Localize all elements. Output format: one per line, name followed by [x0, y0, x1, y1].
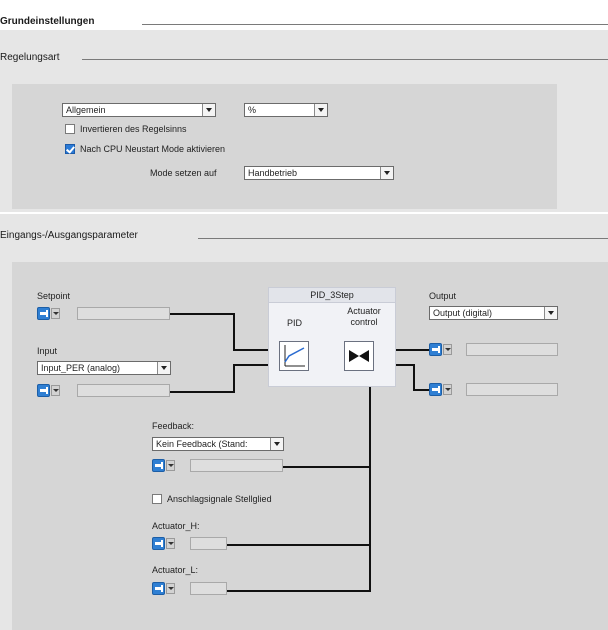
connector-plug-icon [429, 343, 442, 356]
pid-3step-block: PID_3Step [268, 287, 396, 387]
mode-value: Handbetrieb [248, 168, 298, 178]
feedback-select[interactable]: Kein Feedback (Stand: [152, 437, 284, 451]
connector-plug-icon [152, 537, 165, 550]
unit-value: % [248, 105, 257, 115]
setpoint-wire [170, 313, 233, 315]
chevron-down-icon [380, 167, 393, 179]
connector-plug-icon [37, 384, 50, 397]
mode-select[interactable]: Handbetrieb [244, 166, 394, 180]
input-field[interactable] [77, 384, 170, 397]
input-value: Input_PER (analog) [41, 363, 121, 373]
chevron-down-icon[interactable] [166, 460, 175, 471]
chevron-down-icon[interactable] [51, 385, 60, 396]
chevron-down-icon [544, 307, 557, 319]
actuator-h-field[interactable] [190, 537, 227, 550]
pid-curve-icon[interactable] [279, 341, 309, 371]
section-rule [82, 59, 608, 60]
connector-plug-icon [429, 383, 442, 396]
actuator-h-wire [226, 544, 371, 546]
unit-select[interactable]: % [244, 103, 328, 117]
output-up-connector[interactable] [429, 343, 452, 356]
chevron-down-icon [314, 104, 327, 116]
actuator-control-label: Actuator control [347, 306, 381, 327]
chevron-down-icon [270, 438, 283, 450]
input-label: Input [37, 346, 58, 356]
control-type-value: Allgemein [66, 105, 106, 115]
actuator-l-label: Actuator_L: [152, 565, 199, 575]
setpoint-wire [233, 313, 235, 351]
section-io-params: Eingangs-/Ausgangsparameter [0, 230, 138, 241]
pid-label: PID [287, 318, 303, 328]
section-rule [142, 24, 608, 25]
section-rule [198, 238, 608, 239]
invert-label: Invertieren des Regelsinns [80, 124, 187, 134]
section-control-type: Regelungsart [0, 52, 60, 63]
output-wire [413, 389, 429, 391]
chevron-down-icon[interactable] [166, 538, 175, 549]
chevron-down-icon[interactable] [166, 583, 175, 594]
input-wire [170, 391, 235, 393]
chevron-down-icon [157, 362, 170, 374]
actuator-valve-icon[interactable] [344, 341, 374, 371]
connector-plug-icon [37, 307, 50, 320]
endstop-label: Anschlagsignale Stellglied [167, 494, 272, 504]
connector-plug-icon [152, 459, 165, 472]
input-select[interactable]: Input_PER (analog) [37, 361, 171, 375]
chevron-down-icon[interactable] [443, 344, 452, 355]
feedback-connector[interactable] [152, 459, 175, 472]
output-down-connector[interactable] [429, 383, 452, 396]
output-value: Output (digital) [433, 308, 493, 318]
setpoint-field[interactable] [77, 307, 170, 320]
output-down-field[interactable] [466, 383, 558, 396]
chevron-down-icon [202, 104, 215, 116]
output-wire [413, 364, 415, 391]
feedback-wire [369, 372, 371, 592]
actuator-l-wire [226, 590, 371, 592]
input-wire [233, 364, 235, 393]
connector-plug-icon [152, 582, 165, 595]
mode-label: Mode setzen auf [150, 168, 217, 178]
input-connector[interactable] [37, 384, 60, 397]
actuator-l-field[interactable] [190, 582, 227, 595]
actuator-l-connector[interactable] [152, 582, 175, 595]
actuator-h-connector[interactable] [152, 537, 175, 550]
feedback-field[interactable] [190, 459, 283, 472]
output-up-field[interactable] [466, 343, 558, 356]
feedback-wire [282, 466, 371, 468]
section-basic-settings: Grundeinstellungen [0, 16, 95, 27]
feedback-value: Kein Feedback (Stand: [156, 439, 248, 449]
chevron-down-icon[interactable] [51, 308, 60, 319]
chevron-down-icon[interactable] [443, 384, 452, 395]
invert-checkbox[interactable] [65, 124, 75, 134]
control-type-select[interactable]: Allgemein [62, 103, 216, 117]
output-label: Output [429, 291, 457, 301]
actuator-h-label: Actuator_H: [152, 521, 200, 531]
feedback-label: Feedback: [152, 421, 195, 431]
cpu-restart-checkbox[interactable] [65, 144, 75, 154]
setpoint-connector[interactable] [37, 307, 60, 320]
setpoint-label: Setpoint [37, 291, 71, 301]
cpu-restart-label: Nach CPU Neustart Mode aktivieren [80, 144, 226, 154]
output-select[interactable]: Output (digital) [429, 306, 558, 320]
endstop-checkbox[interactable] [152, 494, 162, 504]
block-title: PID_3Step [269, 288, 395, 303]
